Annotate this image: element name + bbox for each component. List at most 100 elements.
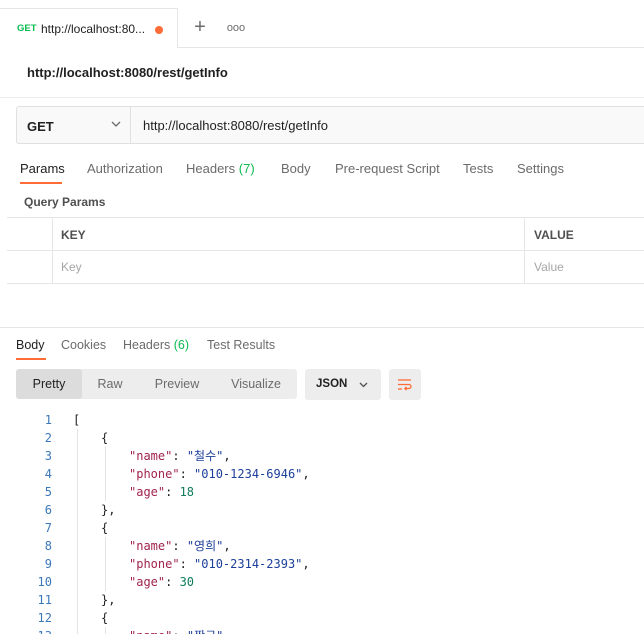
code-text: "age": 18 (129, 485, 195, 499)
line-number: 12 (37, 611, 52, 625)
method-select[interactable]: GET (17, 107, 131, 143)
tab-settings[interactable]: Settings (517, 161, 564, 176)
format-select[interactable]: JSON (305, 369, 381, 400)
code-text: }, (101, 503, 116, 517)
code-text: { (101, 611, 109, 625)
url-input[interactable]: http://localhost:8080/rest/getInfo (143, 118, 328, 133)
url-bar: GET http://localhost:8080/rest/getInfo (16, 106, 644, 144)
line-number: 3 (44, 449, 52, 463)
response-tab-test-results[interactable]: Test Results (207, 338, 275, 352)
code-text: { (101, 431, 109, 445)
json-value: "영희" (186, 539, 224, 553)
query-params-title: Query Params (24, 195, 106, 209)
line-number: 2 (44, 431, 52, 445)
tab-title: http://localhost:80... (41, 22, 146, 36)
code-line: 13 "name": "짱구", (0, 627, 644, 634)
view-raw-button[interactable]: Raw (84, 369, 136, 399)
line-number: 4 (44, 467, 52, 481)
response-tab-headers-label: Headers (123, 338, 171, 352)
line-number: 1 (44, 413, 52, 427)
active-tab-indicator (20, 182, 62, 184)
request-tab[interactable]: GET http://localhost:80... (0, 8, 178, 48)
column-divider (524, 218, 525, 284)
code-line: 11}, (0, 591, 644, 609)
more-tabs-icon[interactable]: ooo (226, 18, 246, 38)
tab-headers-label: Headers (186, 161, 236, 176)
response-tab-body[interactable]: Body (16, 338, 45, 352)
key-input[interactable]: Key (61, 260, 82, 274)
response-divider[interactable] (0, 327, 644, 328)
key-column-header: KEY (61, 228, 86, 242)
code-line: 4 "phone": "010-1234-6946", (0, 465, 644, 483)
wrap-lines-button[interactable] (389, 369, 421, 400)
line-number: 13 (0, 627, 52, 634)
line-number: 11 (37, 593, 52, 607)
new-tab-plus-icon[interactable]: + (190, 17, 210, 38)
json-value: "철수" (186, 449, 224, 463)
tab-pre-request-script[interactable]: Pre-request Script (335, 161, 440, 176)
tab-tests[interactable]: Tests (463, 161, 493, 176)
request-title[interactable]: http://localhost:8080/rest/getInfo (27, 65, 228, 80)
column-divider (52, 218, 53, 284)
line-number: 6 (44, 503, 52, 517)
json-key: "phone" (129, 467, 180, 481)
json-value: 30 (179, 575, 195, 589)
value-input[interactable]: Value (534, 260, 564, 274)
code-line: 9 "phone": "010-2314-2393", (0, 555, 644, 573)
tab-params[interactable]: Params (20, 161, 65, 176)
json-key: "age" (129, 485, 166, 499)
unsaved-dot-icon (155, 26, 163, 34)
code-text: "age": 30 (129, 575, 195, 589)
response-tab-cookies[interactable]: Cookies (61, 338, 106, 352)
response-body-viewer[interactable]: 1[2{3 "name": "철수", 4 "phone": "010-1234-69… (0, 411, 644, 634)
json-value: "010-1234-6946" (194, 467, 303, 481)
tab-authorization[interactable]: Authorization (87, 161, 163, 176)
code-line: 10 "age": 30 (0, 573, 644, 591)
response-tab-headers[interactable]: Headers (6) (123, 338, 189, 352)
value-column-header: VALUE (534, 228, 574, 242)
line-number: 5 (44, 485, 52, 499)
method-select-label: GET (27, 119, 54, 134)
line-number: 10 (37, 575, 52, 589)
code-text: { (101, 521, 109, 535)
code-text: "phone": "010-2314-2393", (129, 557, 310, 571)
view-mode-toggle: Pretty Raw Preview Visualize (16, 369, 297, 399)
format-select-label: JSON (316, 378, 348, 390)
code-line: 8 "name": "영희", (0, 537, 644, 555)
code-line: 2{ (0, 429, 644, 447)
json-value: "짱구" (187, 629, 224, 634)
request-tabs: Params Authorization Headers (7) Body Pr… (0, 156, 644, 186)
line-number: 8 (44, 539, 52, 553)
response-active-tab-indicator (16, 358, 46, 360)
code-text: "phone": "010-1234-6946", (129, 467, 310, 481)
code-line: 6}, (0, 501, 644, 519)
view-pretty-button[interactable]: Pretty (16, 369, 82, 399)
params-table: KEY VALUE Key Value (7, 217, 644, 284)
code-line: 12 { (0, 609, 644, 627)
view-preview-button[interactable]: Preview (140, 369, 214, 399)
json-value: 18 (179, 485, 195, 499)
tab-method-label: GET (17, 23, 37, 34)
wrap-lines-icon (398, 379, 412, 391)
code-line: 3 "name": "철수", (0, 447, 644, 465)
json-key: "name" (129, 629, 172, 634)
chevron-down-icon (111, 121, 121, 127)
tab-body[interactable]: Body (281, 161, 311, 176)
tab-strip: GET http://localhost:80... + ooo (0, 0, 644, 48)
response-tab-headers-count: (6) (173, 338, 190, 352)
tab-headers[interactable]: Headers (7) (186, 161, 255, 176)
code-line: 7{ (0, 519, 644, 537)
code-text: "name": "짱구", (129, 627, 231, 634)
tab-headers-count: (7) (238, 161, 255, 176)
code-line: 1[ (0, 411, 644, 429)
view-visualize-button[interactable]: Visualize (218, 369, 294, 399)
code-line: 5 "age": 18 (0, 483, 644, 501)
code-text: [ (73, 413, 81, 427)
chevron-down-icon (359, 382, 368, 388)
code-text: }, (101, 593, 116, 607)
code-text: "name": "영희", (129, 539, 231, 553)
line-number: 7 (44, 521, 52, 535)
json-key: "name" (129, 449, 173, 463)
code-text: "name": "철수", (129, 449, 231, 463)
json-key: "name" (129, 539, 173, 553)
